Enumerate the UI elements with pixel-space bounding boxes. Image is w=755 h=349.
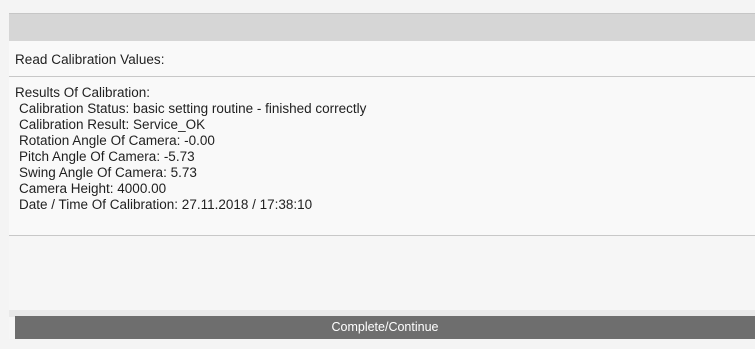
- calibration-screen: Read Calibration Values: Results Of Cali…: [0, 0, 755, 349]
- calibration-datetime: Date / Time Of Calibration: 27.11.2018 /…: [19, 197, 313, 212]
- header-bar: [9, 13, 755, 42]
- rotation-angle: Rotation Angle Of Camera: -0.00: [19, 133, 215, 148]
- read-values-section: Read Calibration Values:: [9, 41, 755, 77]
- pitch-angle: Pitch Angle Of Camera: -5.73: [19, 149, 195, 164]
- complete-continue-button[interactable]: Complete/Continue: [15, 316, 755, 339]
- bottom-frame: [0, 339, 755, 349]
- swing-angle: Swing Angle Of Camera: 5.73: [19, 165, 197, 180]
- results-section: Results Of Calibration: Calibration Stat…: [9, 77, 755, 236]
- read-values-label: Read Calibration Values:: [15, 52, 165, 67]
- empty-area: [9, 236, 755, 310]
- camera-height: Camera Height: 4000.00: [19, 181, 167, 196]
- calibration-status: Calibration Status: basic setting routin…: [19, 101, 367, 116]
- results-title: Results Of Calibration:: [15, 85, 151, 100]
- results-list: Calibration Status: basic setting routin…: [19, 101, 366, 213]
- calibration-result: Calibration Result: Service_OK: [19, 117, 206, 132]
- top-frame: [0, 0, 755, 13]
- left-frame: [0, 13, 9, 349]
